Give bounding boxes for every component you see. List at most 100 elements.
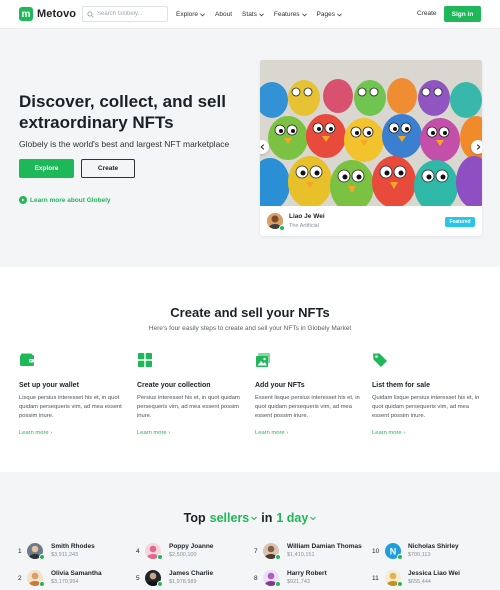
step-learn-more-label: Learn more — [19, 430, 49, 436]
verified-badge-icon — [397, 581, 403, 587]
menu-pages[interactable]: Pages — [317, 11, 342, 18]
chevron-down-icon — [259, 12, 264, 16]
step-learn-more-link[interactable]: Learn more › — [255, 430, 288, 436]
seller-item[interactable]: 5 James Charlie $1,978,989 — [136, 570, 246, 590]
step-learn-more-label: Learn more — [255, 430, 285, 436]
step-learn-more-link[interactable]: Learn more › — [137, 430, 170, 436]
menu-stats-label: Stats — [242, 11, 257, 18]
menu-features[interactable]: Features — [274, 11, 307, 18]
menu-pages-label: Pages — [316, 11, 335, 18]
menu-explore-label: Explore — [176, 11, 199, 18]
verified-badge-icon — [39, 554, 45, 560]
sign-in-button[interactable]: Sign in — [444, 6, 481, 22]
seller-name: Harry Robert — [287, 570, 327, 577]
seller-name: William Damian Thomas — [287, 543, 362, 550]
nft-collection-name: The Artificial — [289, 223, 319, 229]
chevron-down-icon — [310, 516, 317, 520]
seller-amount: $700,113 — [408, 552, 431, 558]
seller-amount: $921,743 — [287, 579, 310, 585]
learn-more-label: Learn more about Globely — [30, 196, 111, 204]
step-card: List them for sale Quidam lisque persius… — [372, 352, 484, 439]
steps-title: Create and sell your NFTs — [170, 305, 330, 320]
seller-item[interactable]: 7 William Damian Thomas $1,410,151 — [254, 543, 369, 563]
verified-badge-icon — [39, 581, 45, 587]
seller-rank: 10 — [372, 548, 380, 555]
main-menu: Explore About Stats Features Pages — [176, 0, 352, 29]
featured-nft-card[interactable]: Liao Je Wei The Artificial Featured — [260, 60, 482, 236]
step-text: Lisque persius interesset his et, in quo… — [19, 395, 122, 419]
seller-rank: 5 — [136, 575, 140, 582]
seller-amount: $1,978,989 — [169, 579, 197, 585]
seller-name: Poppy Joanne — [169, 543, 214, 550]
steps-subtitle: Here's four easily steps to create and s… — [148, 325, 352, 332]
search-input[interactable] — [97, 11, 167, 17]
menu-features-label: Features — [273, 11, 300, 18]
step-learn-more-link[interactable]: Learn more › — [19, 430, 52, 436]
step-title: Set up your wallet — [19, 382, 79, 389]
nft-author-name[interactable]: Liao Je Wei — [289, 213, 325, 220]
verified-badge-icon — [397, 554, 403, 560]
carousel-next-button[interactable] — [471, 140, 482, 154]
seller-item[interactable]: 10 N Nicholas Shirley $700,113 — [372, 543, 482, 563]
learn-more-link[interactable]: Learn more about Globely — [19, 196, 111, 204]
play-circle-icon — [19, 196, 27, 204]
step-title: Add your NFTs — [255, 382, 305, 389]
seller-rank: 2 — [18, 575, 22, 582]
seller-item[interactable]: 11 Jessica Liao Wei $655,444 — [372, 570, 482, 590]
nav-create-link[interactable]: Create — [417, 10, 437, 17]
chevron-down-icon — [301, 12, 307, 16]
verified-badge-icon — [275, 581, 281, 587]
menu-about-label: About — [215, 11, 233, 18]
seller-item[interactable]: 1 Smith Rhodes $3,911,243 — [18, 543, 128, 563]
seller-item[interactable]: 4 Poppy Joanne $2,500,100 — [136, 543, 246, 563]
step-text: Persius interesset his et, in quot quida… — [137, 395, 240, 419]
image-icon — [256, 353, 270, 367]
step-card: Set up your wallet Lisque persius intere… — [19, 352, 131, 439]
create-button[interactable]: Create — [81, 159, 135, 178]
seller-amount: $655,444 — [408, 579, 431, 585]
step-card: Add your NFTs Essent lisque persius inte… — [255, 352, 367, 439]
sellers-category-label: sellers — [209, 511, 250, 525]
sellers-period-dropdown[interactable]: 1 day — [276, 511, 317, 525]
menu-stats[interactable]: Stats — [242, 11, 264, 18]
chevron-left-icon — [260, 144, 264, 150]
seller-name: Olivia Samantha — [51, 570, 102, 577]
top-sellers-heading: Top sellers in 1 day — [0, 511, 500, 525]
brand-logo[interactable]: m Metovo — [19, 7, 76, 21]
top-sellers-section: Top sellers in 1 day 1 Smith Rhodes $3,9… — [0, 472, 500, 590]
seller-item[interactable]: 2 Olivia Samantha $3,170,994 — [18, 570, 128, 590]
brand-mark-icon: m — [19, 7, 33, 21]
search-box[interactable] — [82, 6, 168, 22]
brand-name: Metovo — [37, 8, 77, 20]
sellers-category-dropdown[interactable]: sellers — [210, 511, 258, 525]
verified-badge-icon — [157, 554, 163, 560]
seller-name: Smith Rhodes — [51, 543, 95, 550]
featured-badge: Featured — [445, 217, 475, 227]
hero-subtitle: Globely is the world's best and largest … — [19, 139, 230, 149]
seller-amount: $1,410,151 — [287, 552, 315, 558]
sellers-period-label: 1 day — [276, 511, 309, 525]
seller-name: Nicholas Shirley — [408, 543, 459, 550]
step-title: Create your collection — [137, 382, 211, 389]
step-learn-more-link[interactable]: Learn more › — [372, 430, 405, 436]
nft-card-footer: Liao Je Wei The Artificial Featured — [260, 206, 482, 236]
seller-rank: 1 — [18, 548, 22, 555]
chevron-down-icon — [251, 516, 258, 520]
chevron-down-icon — [200, 12, 205, 16]
step-text: Essent lisque persius interesset his et,… — [255, 395, 360, 419]
step-card: Create your collection Persius interesse… — [137, 352, 249, 439]
step-title: List them for sale — [372, 382, 430, 389]
chevron-down-icon — [337, 12, 342, 16]
seller-rank: 11 — [372, 575, 379, 582]
seller-item[interactable]: 8 Harry Robert $921,743 — [254, 570, 369, 590]
seller-rank: 8 — [254, 575, 258, 582]
verified-badge-icon — [275, 554, 281, 560]
seller-rank: 7 — [254, 548, 258, 555]
verified-badge-icon — [157, 581, 163, 587]
menu-explore[interactable]: Explore — [176, 11, 205, 18]
seller-name: James Charlie — [169, 570, 214, 577]
sellers-title-prefix: Top — [183, 511, 206, 525]
step-learn-more-label: Learn more — [372, 430, 402, 436]
menu-about[interactable]: About — [215, 11, 232, 18]
explore-button[interactable]: Explore — [19, 159, 74, 178]
